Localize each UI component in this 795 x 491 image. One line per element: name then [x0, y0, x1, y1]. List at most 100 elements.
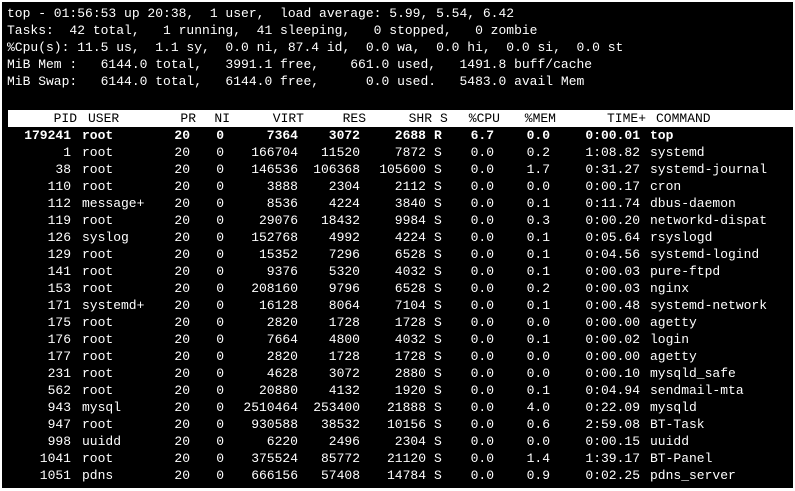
process-row: 1051 pdns 20 0 666156 57408 14784 S 0.0 0.9 0:02.2…: [2, 467, 793, 484]
process-res: 2304: [328, 179, 360, 194]
process-row: 176 root 20 0 7664 4800 4032 S 0.0 0.1 0:00.02 logi…: [2, 331, 793, 348]
process-mem: 0.0: [526, 315, 550, 330]
process-priority: 20: [174, 451, 190, 466]
process-nice: 0: [216, 145, 224, 160]
process-priority: 20: [174, 366, 190, 381]
process-priority: 20: [174, 230, 190, 245]
process-row: 231 root 20 0 4628 3072 2880 S 0.0 0.0 0:00.10 mysq…: [2, 365, 793, 382]
process-mem: 0.3: [526, 213, 550, 228]
process-nice: 0: [216, 349, 224, 364]
process-row: 947 root 20 0 930588 38532 10156 S 0.0 0.6 2:59.08…: [2, 416, 793, 433]
process-virt: 3888: [266, 179, 298, 194]
process-pid: 1: [63, 145, 71, 160]
header-res: RES: [342, 111, 366, 126]
process-user: root: [82, 281, 114, 296]
process-command: BT-Task: [650, 417, 705, 432]
process-pid: 947: [47, 417, 71, 432]
process-state: S: [434, 179, 442, 194]
process-mem: 0.1: [526, 383, 550, 398]
process-time: 0:00.02: [585, 332, 640, 347]
process-priority: 20: [174, 400, 190, 415]
process-nice: 0: [216, 383, 224, 398]
process-cpu: 0.0: [470, 162, 494, 177]
process-res: 18432: [320, 213, 360, 228]
process-cpu: 0.0: [470, 264, 494, 279]
process-res: 4224: [328, 196, 360, 211]
process-cpu: 0.0: [470, 468, 494, 483]
process-state: S: [434, 298, 442, 313]
process-state: S: [434, 434, 442, 449]
process-nice: 0: [216, 196, 224, 211]
process-shr: 3840: [394, 196, 426, 211]
process-mem: 0.0: [526, 349, 550, 364]
process-time: 0:02.25: [585, 468, 640, 483]
process-row: 153 root 20 0 208160 9796 6528 S 0.0 0.2 0:00.03 ng…: [2, 280, 793, 297]
process-state: S: [434, 213, 442, 228]
process-pid: 231: [47, 366, 71, 381]
process-shr: 1728: [394, 349, 426, 364]
process-shr: 6528: [394, 247, 426, 262]
process-command: BT-Panel: [650, 451, 713, 466]
process-command: cron: [650, 179, 682, 194]
process-mem: 0.0: [526, 128, 550, 143]
process-res: 253400: [313, 400, 360, 415]
process-time: 1:08.82: [585, 145, 640, 160]
process-row: 38 root 20 0 146536 106368 105600 S 0.0 1.7 0:31.2…: [2, 161, 793, 178]
process-state: S: [434, 230, 442, 245]
process-row: 171 systemd+ 20 0 16128 8064 7104 S 0.0 0.1 0:00.4…: [2, 297, 793, 314]
process-time: 0:00.10: [585, 366, 640, 381]
process-user: root: [82, 128, 114, 143]
process-state: S: [434, 162, 442, 177]
process-command: sendmail-mta: [650, 383, 744, 398]
process-priority: 20: [174, 468, 190, 483]
process-row: 1041 root 20 0 375524 85772 21120 S 0.0 1.4 1:39.1…: [2, 450, 793, 467]
process-command: dbus-daemon: [650, 196, 736, 211]
process-nice: 0: [216, 468, 224, 483]
process-priority: 20: [174, 332, 190, 347]
process-shr: 105600: [379, 162, 426, 177]
process-mem: 1.7: [526, 162, 550, 177]
process-shr: 2304: [394, 434, 426, 449]
process-cpu: 0.0: [470, 332, 494, 347]
process-time: 0:31.27: [585, 162, 640, 177]
process-virt: 208160: [251, 281, 298, 296]
process-mem: 0.1: [526, 247, 550, 262]
process-command: systemd-network: [650, 298, 768, 313]
process-user: root: [82, 213, 114, 228]
process-command: systemd-journal: [650, 162, 768, 177]
process-priority: 20: [174, 281, 190, 296]
process-time: 1:39.17: [585, 451, 640, 466]
process-nice: 0: [216, 400, 224, 415]
process-row: 562 root 20 0 20880 4132 1920 S 0.0 0.1 0:04.94 sen…: [2, 382, 793, 399]
process-virt: 666156: [251, 468, 298, 483]
process-cpu: 0.0: [470, 213, 494, 228]
process-time: 0:22.09: [585, 400, 640, 415]
process-command: mysqld_safe: [650, 366, 736, 381]
process-row: 112 message+ 20 0 8536 4224 3840 S 0.0 0.1 0:11.74…: [2, 195, 793, 212]
process-nice: 0: [216, 230, 224, 245]
header-ni: NI: [214, 111, 230, 126]
process-time: 0:05.64: [585, 230, 640, 245]
process-mem: 0.0: [526, 366, 550, 381]
uptime-line: top - 01:56:53 up 20:38, 1 user, load av…: [7, 6, 515, 21]
process-user: root: [82, 332, 114, 347]
terminal-window[interactable]: top - 01:56:53 up 20:38, 1 user, load av…: [2, 2, 793, 488]
process-shr: 4032: [394, 332, 426, 347]
header-command: COMMAND: [656, 111, 711, 126]
process-shr: 2112: [394, 179, 426, 194]
process-cpu: 0.0: [470, 196, 494, 211]
process-virt: 7664: [266, 332, 298, 347]
process-nice: 0: [216, 162, 224, 177]
process-shr: 10156: [386, 417, 426, 432]
process-nice: 0: [216, 264, 224, 279]
process-command: login: [650, 332, 690, 347]
process-shr: 4224: [394, 230, 426, 245]
process-shr: 21120: [386, 451, 426, 466]
process-command: pdns_server: [650, 468, 736, 483]
process-user: root: [82, 179, 114, 194]
process-virt: 8536: [266, 196, 298, 211]
process-nice: 0: [216, 281, 224, 296]
process-command: agetty: [650, 315, 697, 330]
process-time: 0:04.94: [585, 383, 640, 398]
process-list: 179241 root 20 0 7364 3072 2688 R 6.7 0.0 0:00.01 t…: [2, 127, 793, 484]
